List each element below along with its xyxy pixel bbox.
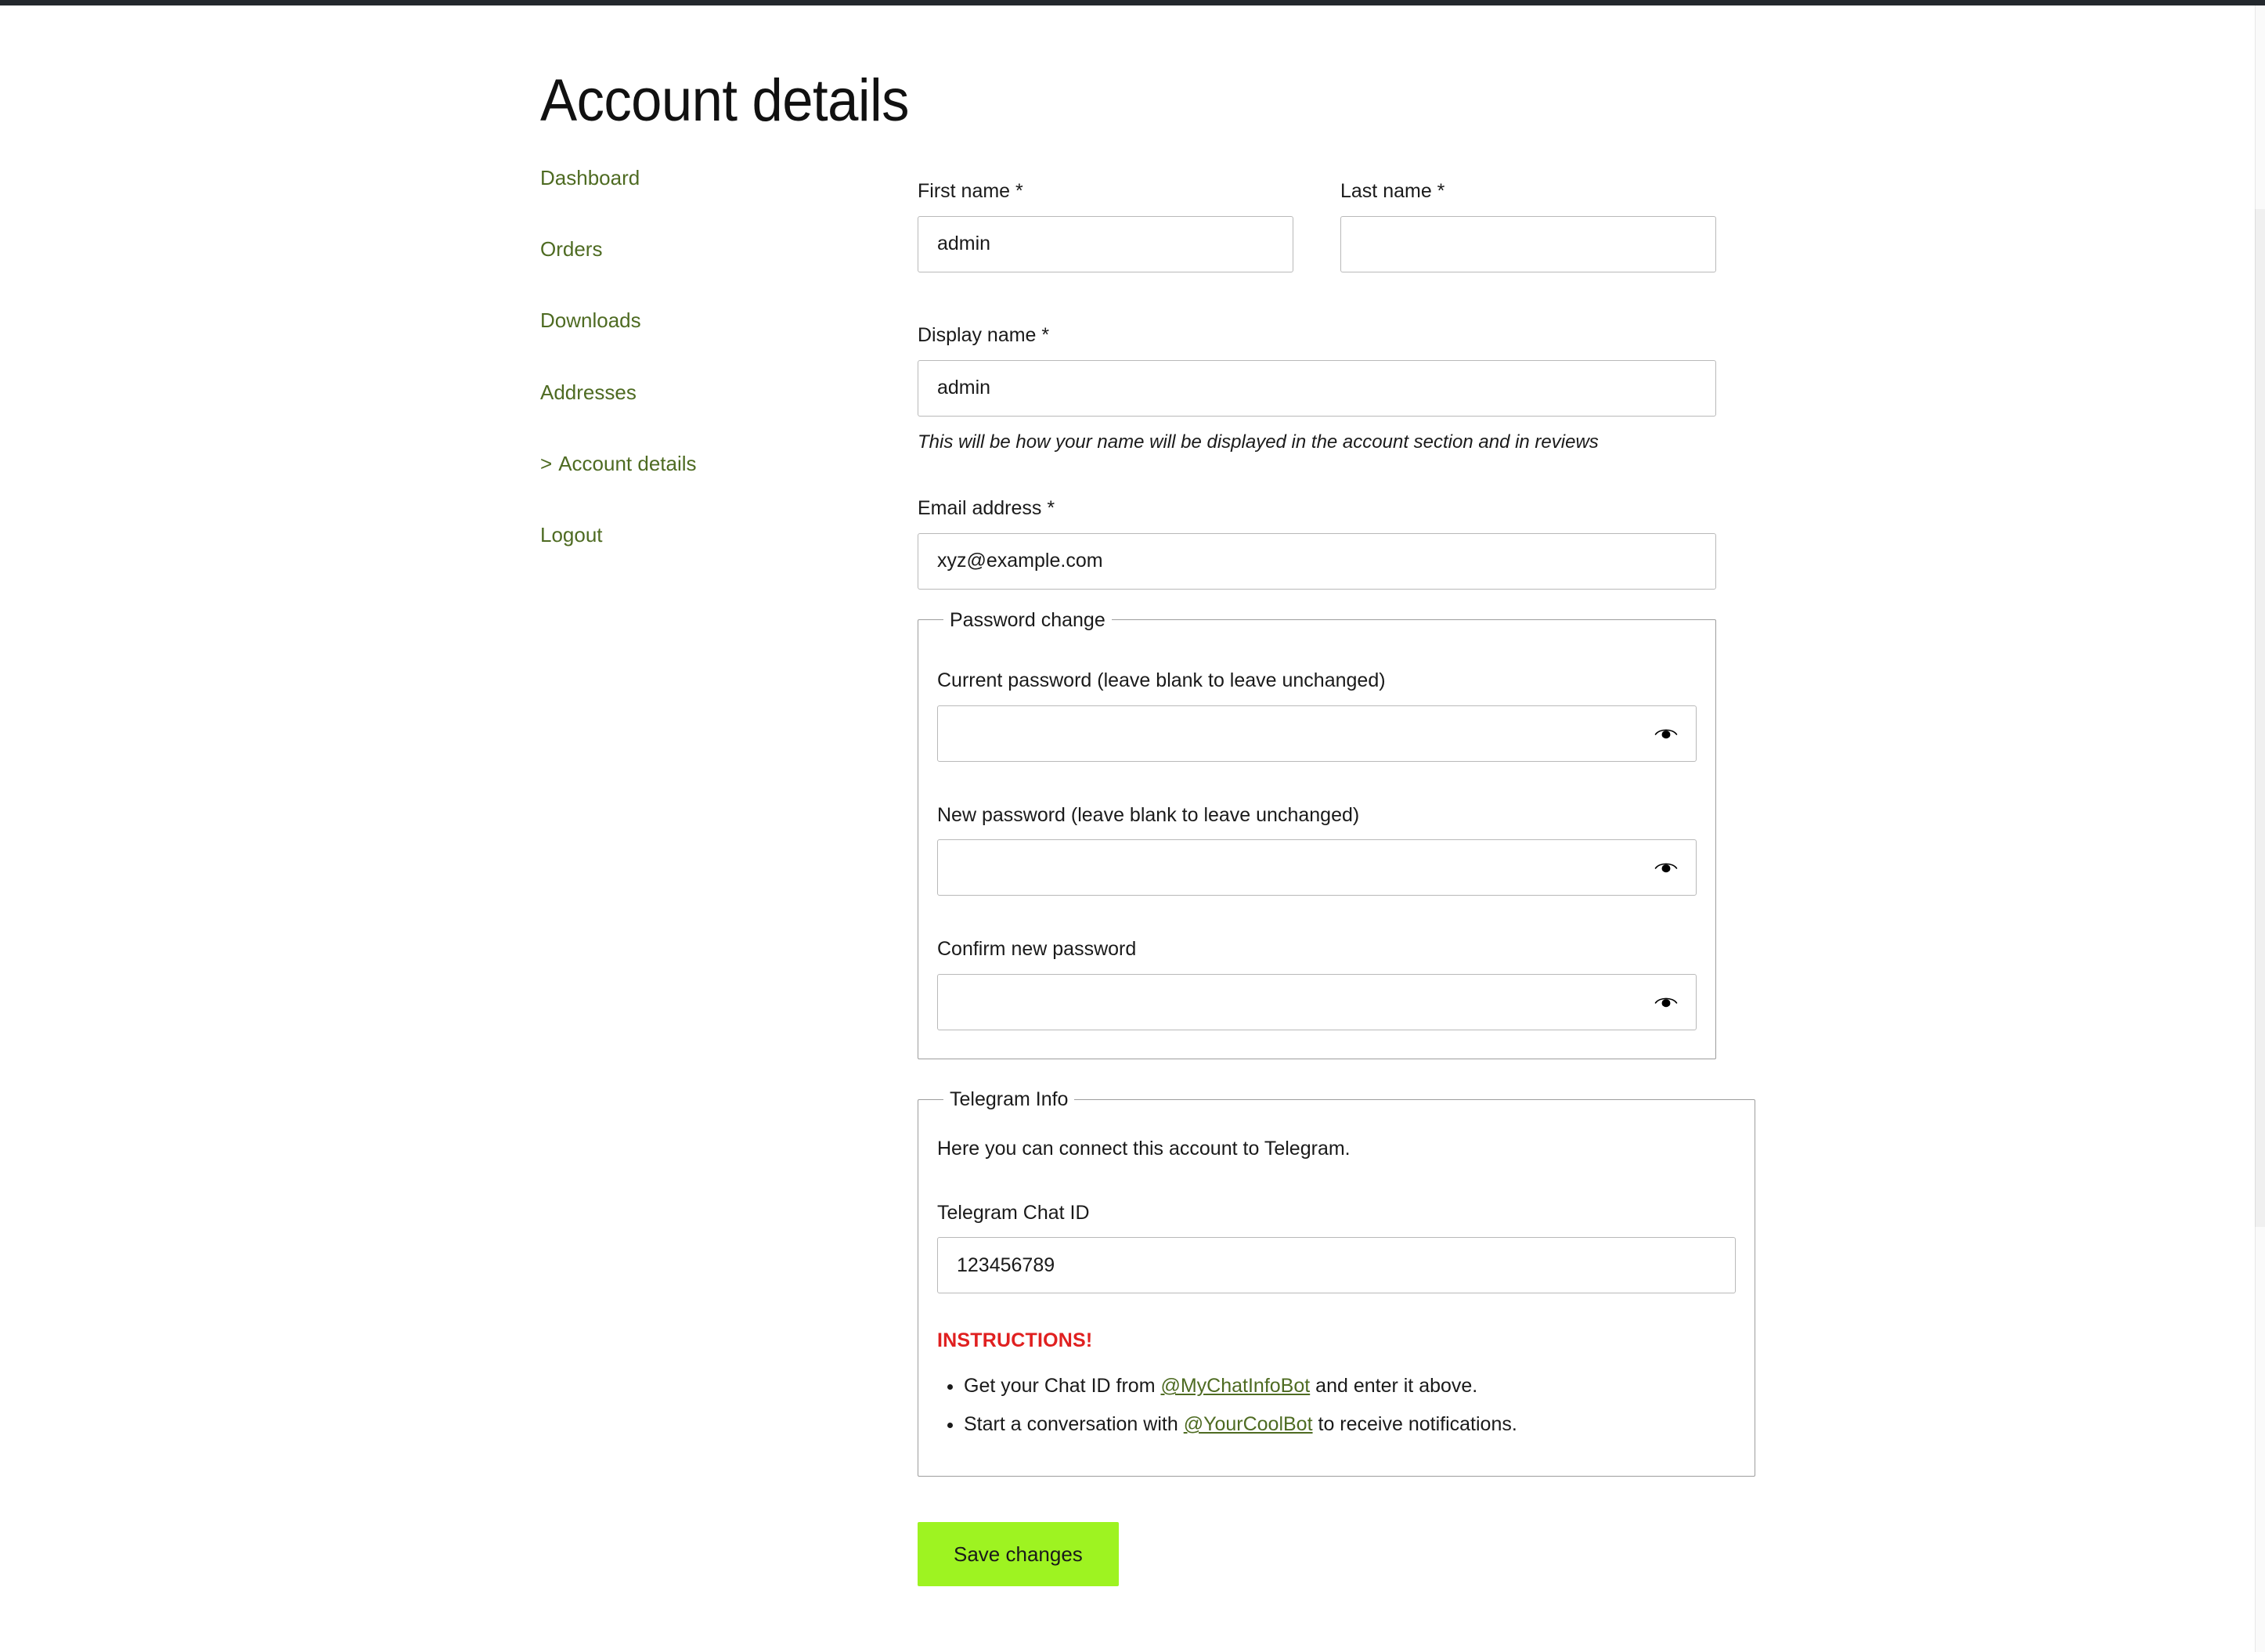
confirm-password-label: Confirm new password bbox=[937, 936, 1697, 963]
instructions-heading: INSTRUCTIONS! bbox=[937, 1329, 1736, 1352]
current-password-wrap bbox=[937, 705, 1697, 762]
page-title: Account details bbox=[540, 71, 909, 131]
confirm-password-wrap bbox=[937, 974, 1697, 1030]
telegram-intro-text: Here you can connect this account to Tel… bbox=[937, 1134, 1736, 1164]
telegram-info-legend: Telegram Info bbox=[943, 1088, 1074, 1111]
current-password-field: Current password (leave blank to leave u… bbox=[937, 668, 1697, 762]
sidebar-item-logout[interactable]: Logout bbox=[540, 523, 877, 547]
email-input[interactable] bbox=[918, 533, 1716, 590]
spacer bbox=[937, 896, 1697, 924]
password-change-legend: Password change bbox=[943, 608, 1112, 632]
instruction-text-before: Get your Chat ID from bbox=[964, 1375, 1160, 1397]
chevron-right-icon: > bbox=[540, 452, 552, 476]
confirm-password-field: Confirm new password bbox=[937, 936, 1697, 1030]
sidebar-item-addresses[interactable]: Addresses bbox=[540, 381, 877, 405]
new-password-input[interactable] bbox=[937, 839, 1697, 896]
current-password-input[interactable] bbox=[937, 705, 1697, 762]
scrollbar-thumb[interactable] bbox=[2255, 209, 2265, 1227]
mychatinfobot-link[interactable]: @MyChatInfoBot bbox=[1160, 1375, 1310, 1397]
instruction-text-before: Start a conversation with bbox=[964, 1413, 1184, 1435]
page-scrollbar[interactable] bbox=[2255, 5, 2265, 1652]
display-name-hint: This will be how your name will be displ… bbox=[918, 429, 1716, 456]
save-row: Save changes bbox=[918, 1522, 1716, 1586]
sidebar-item-label: Orders bbox=[540, 237, 602, 261]
spacer bbox=[918, 272, 1716, 310]
spacer bbox=[937, 762, 1697, 790]
save-changes-button[interactable]: Save changes bbox=[918, 1522, 1119, 1586]
name-row: First name * Last name * bbox=[918, 166, 1716, 272]
account-navigation: Dashboard Orders Downloads Addresses > Ac… bbox=[540, 166, 877, 594]
password-change-fieldset: Password change Current password (leave … bbox=[918, 608, 1716, 1059]
spacer bbox=[918, 1059, 1716, 1088]
yourcoolbot-link[interactable]: @YourCoolBot bbox=[1184, 1413, 1313, 1435]
sidebar-item-label: Logout bbox=[540, 523, 603, 546]
sidebar-item-downloads[interactable]: Downloads bbox=[540, 308, 877, 333]
current-password-label: Current password (leave blank to leave u… bbox=[937, 668, 1697, 694]
instruction-text-after: and enter it above. bbox=[1310, 1375, 1477, 1397]
eye-icon[interactable] bbox=[1653, 854, 1679, 881]
new-password-label: New password (leave blank to leave uncha… bbox=[937, 803, 1697, 829]
eye-icon[interactable] bbox=[1653, 720, 1679, 747]
account-page: Account details Dashboard Orders Downloa… bbox=[0, 5, 2255, 1652]
last-name-input[interactable] bbox=[1340, 216, 1716, 272]
list-item: Get your Chat ID from @MyChatInfoBot and… bbox=[964, 1371, 1736, 1401]
sidebar-item-label: Account details bbox=[558, 452, 696, 475]
spacer bbox=[918, 455, 1716, 483]
instructions-list: Get your Chat ID from @MyChatInfoBot and… bbox=[937, 1371, 1736, 1440]
telegram-info-fieldset: Telegram Info Here you can connect this … bbox=[918, 1088, 1755, 1477]
instruction-text-after: to receive notifications. bbox=[1313, 1413, 1517, 1435]
telegram-chat-id-input[interactable] bbox=[937, 1237, 1736, 1293]
edit-account-form: First name * Last name * Display name * … bbox=[918, 166, 1716, 1599]
confirm-password-input[interactable] bbox=[937, 974, 1697, 1030]
display-name-field: Display name * This will be how your nam… bbox=[918, 323, 1716, 455]
sidebar-item-orders[interactable]: Orders bbox=[540, 237, 877, 262]
sidebar-item-dashboard[interactable]: Dashboard bbox=[540, 166, 877, 190]
email-field: Email address * bbox=[918, 496, 1716, 590]
telegram-chat-id-label: Telegram Chat ID bbox=[937, 1200, 1736, 1227]
new-password-field: New password (leave blank to leave uncha… bbox=[937, 803, 1697, 896]
eye-icon[interactable] bbox=[1653, 989, 1679, 1015]
spacer bbox=[918, 590, 1716, 608]
sidebar-item-label: Dashboard bbox=[540, 166, 640, 189]
telegram-chat-id-field: Telegram Chat ID bbox=[937, 1200, 1736, 1294]
display-name-input[interactable] bbox=[918, 360, 1716, 417]
first-name-label: First name * bbox=[918, 179, 1293, 205]
admin-bar bbox=[0, 0, 2265, 5]
display-name-label: Display name * bbox=[918, 323, 1716, 349]
last-name-field: Last name * bbox=[1340, 179, 1716, 272]
first-name-input[interactable] bbox=[918, 216, 1293, 272]
sidebar-item-label: Downloads bbox=[540, 308, 641, 332]
list-item: Start a conversation with @YourCoolBot t… bbox=[964, 1409, 1736, 1440]
email-label: Email address * bbox=[918, 496, 1716, 522]
new-password-wrap bbox=[937, 839, 1697, 896]
last-name-label: Last name * bbox=[1340, 179, 1716, 205]
sidebar-item-label: Addresses bbox=[540, 381, 637, 404]
first-name-field: First name * bbox=[918, 179, 1293, 272]
sidebar-item-account-details[interactable]: > Account details bbox=[540, 452, 877, 476]
